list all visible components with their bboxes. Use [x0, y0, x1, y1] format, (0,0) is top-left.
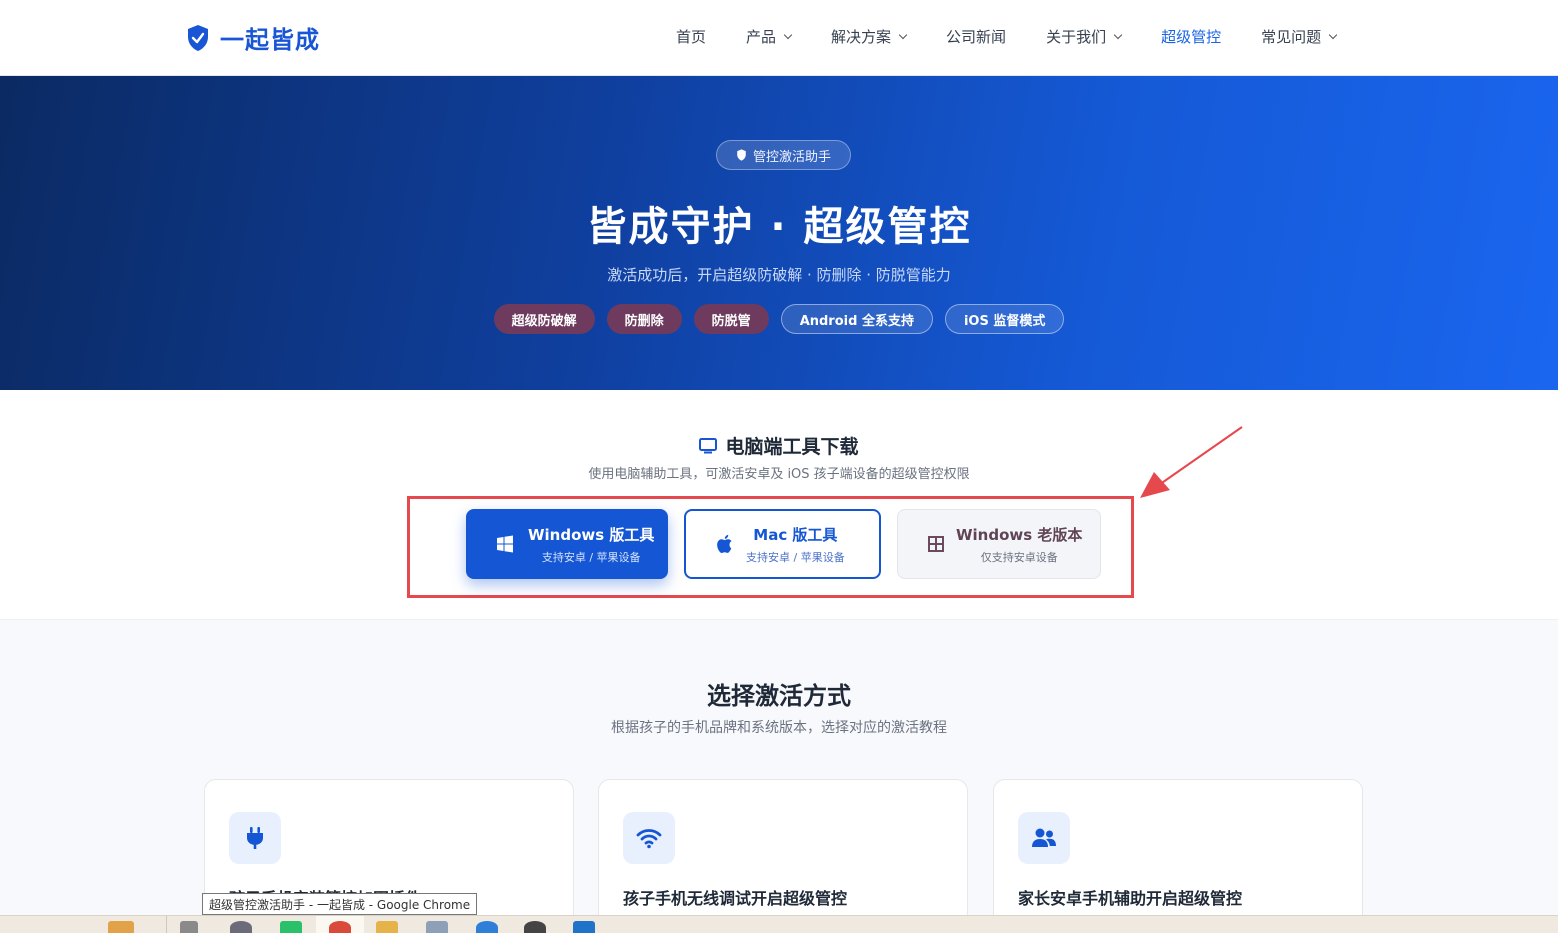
chevron-down-icon: [783, 30, 793, 39]
start-mascot-icon[interactable]: [108, 921, 134, 933]
notepad-icon[interactable]: [426, 921, 448, 933]
feature-tag: 防脱管: [693, 304, 769, 334]
shield-icon: [737, 149, 746, 161]
button-title: Windows 版工具: [528, 525, 655, 544]
download-section-title: 电脑端工具下载: [0, 432, 1558, 459]
nav-item-faq[interactable]: 常见问题: [1261, 26, 1338, 47]
nav-label: 公司新闻: [946, 28, 1007, 46]
hero-tags: 超级防破解 防删除 防脱管 Android 全系支持 iOS 监督模式: [0, 304, 1558, 334]
nav-label: 常见问题: [1261, 28, 1322, 46]
nav-item-solutions[interactable]: 解决方案: [831, 26, 908, 47]
os-taskbar: [0, 915, 1558, 933]
users-icon: [1032, 828, 1056, 847]
monitor-icon: [699, 437, 718, 453]
shield-logo-icon: [188, 24, 208, 51]
button-title: Mac 版工具: [753, 525, 838, 544]
activation-title: 选择激活方式: [707, 682, 851, 710]
nav-item-home[interactable]: 首页: [676, 26, 706, 47]
nav-item-about[interactable]: 关于我们: [1046, 26, 1123, 47]
download-mac-button[interactable]: Mac 版工具 支持安卓 / 苹果设备: [684, 509, 881, 579]
download-windows-button[interactable]: Windows 版工具 支持安卓 / 苹果设备: [466, 509, 668, 579]
button-desc: 支持安卓 / 苹果设备: [746, 550, 845, 564]
wifi-icon: [636, 829, 662, 849]
logo-text: 一起皆成: [220, 26, 320, 54]
hero-subtitle: 激活成功后，开启超级防破解 · 防删除 · 防脱管能力: [607, 266, 951, 284]
download-windows-old-button[interactable]: Windows 老版本 仅支持安卓设备: [897, 509, 1101, 579]
card-icon-box: [1018, 812, 1070, 864]
main-nav: 首页 产品 解决方案 公司新闻 关于我们 超级管控 常见问题: [676, 26, 1376, 47]
vscode-icon[interactable]: [573, 921, 595, 933]
nav-label: 解决方案: [831, 28, 892, 46]
hero-banner: 管控激活助手 皆成守护 · 超级管控 激活成功后，开启超级防破解 · 防删除 ·…: [0, 76, 1558, 390]
plug-icon: [247, 827, 263, 849]
chevron-down-icon: [1328, 30, 1338, 39]
activation-section: 选择激活方式 根据孩子的手机品牌和系统版本，选择对应的激活教程 孩子手机安装管控…: [0, 619, 1558, 933]
app-icon[interactable]: [230, 921, 252, 933]
button-desc: 仅支持安卓设备: [980, 550, 1058, 564]
card-title: 家长安卓手机辅助开启超级管控: [1018, 889, 1243, 908]
openai-icon[interactable]: [524, 921, 546, 933]
button-title: Windows 老版本: [956, 525, 1083, 544]
taskview-icon[interactable]: [180, 921, 198, 933]
download-subtitle: 使用电脑辅助工具，可激活安卓及 iOS 孩子端设备的超级管控权限: [588, 467, 970, 482]
windows-icon: [497, 535, 513, 553]
nav-item-super-control[interactable]: 超级管控: [1161, 26, 1221, 47]
hero-badge: 管控激活助手: [716, 140, 851, 170]
nav-label: 首页: [676, 28, 707, 46]
nav-label: 关于我们: [1046, 28, 1107, 46]
logo[interactable]: 一起皆成: [186, 20, 320, 55]
hero-badge-label: 管控激活助手: [752, 149, 831, 165]
edge-icon[interactable]: [476, 921, 498, 933]
windows-old-icon: [928, 536, 944, 552]
activation-subtitle: 根据孩子的手机品牌和系统版本，选择对应的激活教程: [611, 720, 947, 736]
chrome-icon[interactable]: [329, 921, 351, 933]
card-icon-box: [229, 812, 281, 864]
folder-icon[interactable]: [376, 921, 398, 933]
activation-card-wireless[interactable]: 孩子手机无线调试开启超级管控: [598, 779, 968, 933]
wechat-icon[interactable]: [280, 921, 302, 933]
window-tooltip: 超级管控激活助手 - 一起皆成 - Google Chrome: [202, 893, 478, 915]
activation-card-parent-phone[interactable]: 家长安卓手机辅助开启超级管控: [993, 779, 1363, 933]
nav-label: 超级管控: [1161, 28, 1222, 46]
annotation-arrow: [1140, 426, 1243, 498]
feature-tag: Android 全系支持: [780, 304, 933, 334]
nav-item-products[interactable]: 产品: [746, 26, 793, 47]
feature-tag: 超级防破解: [493, 304, 595, 334]
taskbar-separator: [166, 916, 167, 933]
hero-title: 皆成守护 · 超级管控: [586, 204, 972, 250]
apple-icon: [717, 534, 732, 553]
chevron-down-icon: [1113, 30, 1123, 39]
chevron-down-icon: [898, 30, 908, 39]
download-title-text: 电脑端工具下载: [725, 436, 859, 458]
feature-tag: 防删除: [606, 304, 682, 334]
card-icon-box: [623, 812, 675, 864]
nav-item-news[interactable]: 公司新闻: [946, 26, 1006, 47]
nav-label: 产品: [746, 28, 777, 46]
feature-tag: iOS 监督模式: [944, 304, 1065, 334]
button-desc: 支持安卓 / 苹果设备: [541, 550, 641, 564]
site-header: 一起皆成 首页 产品 解决方案 公司新闻 关于我们 超级管控 常见问题: [0, 0, 1558, 76]
card-title: 孩子手机无线调试开启超级管控: [623, 889, 848, 908]
